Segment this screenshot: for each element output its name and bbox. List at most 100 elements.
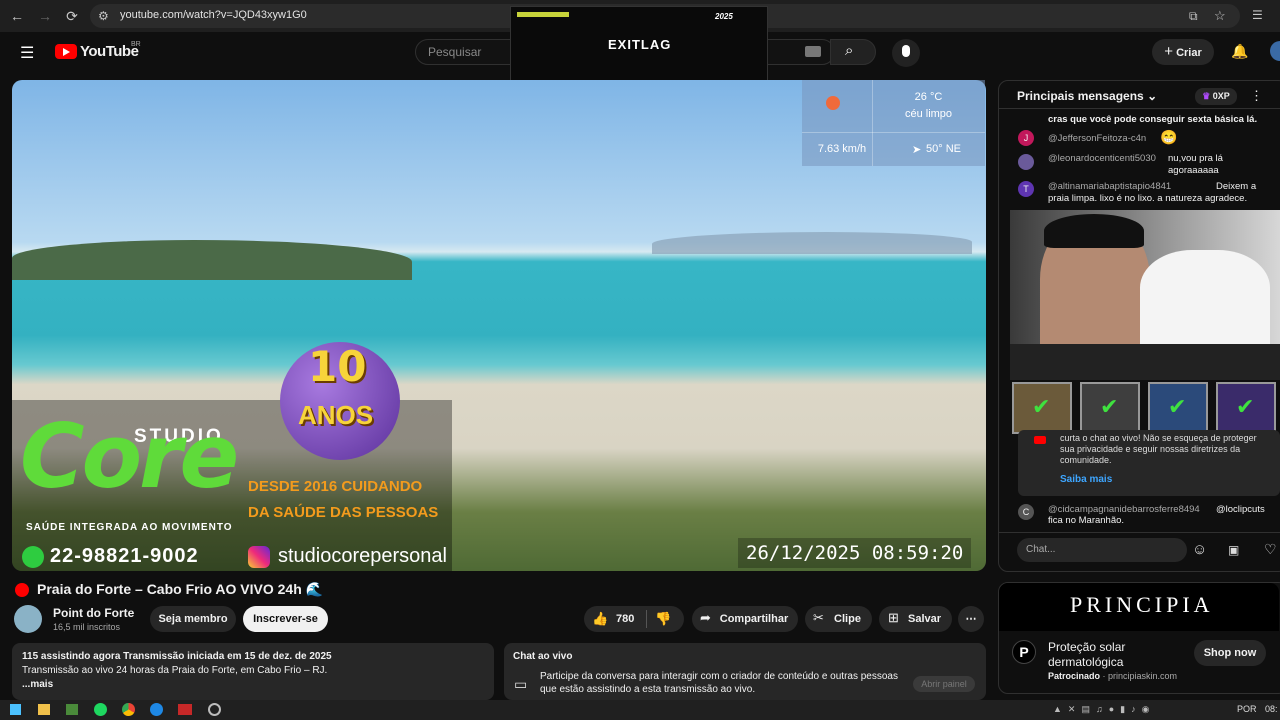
voice-search-button[interactable] [892, 39, 920, 67]
search-placeholder: Pesquisar [428, 45, 482, 59]
clock[interactable]: 08: [1265, 704, 1278, 714]
bookmark-star-icon[interactable]: ☆ [1214, 8, 1226, 24]
brand-logo: Core [20, 405, 239, 508]
hamburger-icon[interactable]: ☰ [20, 43, 34, 63]
chat-message: Deixem a praia limpa. lixo é no lixo. a … [1048, 181, 1257, 204]
back-icon[interactable]: ← [8, 7, 26, 25]
reward-tile: ✔ [1080, 382, 1140, 434]
hill-shape [12, 240, 412, 280]
channel-avatar[interactable] [14, 605, 42, 633]
windows-start-icon[interactable] [10, 704, 21, 715]
search-icon: ⌕ [845, 42, 854, 59]
super-chat-icon[interactable]: ▣ [1228, 543, 1239, 557]
chat-avatar: C [1018, 504, 1034, 520]
chat-filter-dropdown[interactable]: Principais mensagens ⌄ [1017, 89, 1157, 103]
chat-message: nu,vou pra lá agoraaaaaa [1168, 153, 1223, 176]
chevron-down-icon: ⌄ [1147, 89, 1158, 103]
promo-line-2: DA SAÚDE DAS PESSOAS [248, 504, 439, 521]
crown-icon: ♛ [1202, 91, 1211, 101]
overlay-bar [517, 12, 569, 17]
sun-icon [826, 96, 840, 110]
chat-author[interactable]: @JeffersonFeitoza-c4n [1048, 133, 1146, 144]
create-button[interactable]: + Criar [1152, 39, 1214, 65]
xp-badge[interactable]: ♛ 0XP [1195, 88, 1237, 105]
file-explorer-icon[interactable] [38, 704, 50, 715]
chat-more-icon[interactable]: ⋮ [1250, 88, 1263, 104]
channel-name[interactable]: Point do Forte [53, 606, 134, 620]
chat-notice-text: curta o chat ao vivo! Não se esqueça de … [1060, 433, 1257, 465]
notifications-bell-icon[interactable]: 🔔 [1231, 43, 1248, 60]
like-icon[interactable]: 👍 [592, 611, 608, 627]
cast-icon[interactable]: ⧉ [1189, 9, 1198, 24]
shirt-shape [1140, 250, 1270, 344]
island-shape [652, 232, 972, 254]
brand-tagline: SAÚDE INTEGRADA AO MOVIMENTO [26, 522, 233, 533]
shop-now-button[interactable]: Shop now [1194, 640, 1266, 666]
heart-icon[interactable]: ♡ [1264, 541, 1277, 558]
chat-input-placeholder: Chat... [1026, 544, 1056, 555]
ad-title[interactable]: Proteção solar dermatológica [1048, 640, 1188, 670]
live-chat-info-title: Chat ao vivo [513, 651, 573, 662]
ad-sponsored-label: Patrocinado [1048, 671, 1101, 681]
wind-direction: 50° NE [926, 143, 961, 155]
promo-instagram: studiocorepersonal [278, 545, 447, 567]
youtube-logo-icon[interactable] [55, 44, 77, 59]
share-icon: ➦ [700, 610, 711, 625]
emoji-icon[interactable]: ☺ [1192, 541, 1207, 558]
dislike-icon[interactable]: 👎 [655, 611, 671, 627]
spotify-icon[interactable] [94, 703, 107, 716]
promo-line-1: DESDE 2016 CUIDANDO [248, 478, 423, 495]
reward-tile: ✔ [1012, 382, 1072, 434]
reload-icon[interactable]: ⟳ [63, 7, 81, 25]
site-info-icon[interactable]: ⚙ [98, 9, 109, 23]
chat-avatar [1018, 154, 1034, 170]
youtube-small-icon [1034, 436, 1046, 444]
ad-domain: principiaskin.com [1108, 671, 1178, 681]
anniversary-number: 10 [308, 342, 367, 391]
chat-author[interactable]: @leonardocenticenti5030 [1048, 153, 1156, 164]
region-code: BR [131, 41, 141, 48]
description-more-link[interactable]: ...mais [22, 679, 53, 690]
join-button[interactable]: Seja membro [150, 606, 236, 632]
app-icon[interactable] [66, 704, 78, 715]
weather-description: céu limpo [904, 108, 953, 120]
divider [998, 532, 1280, 533]
open-panel-button[interactable]: Abrir painel [913, 676, 975, 692]
chrome-icon[interactable] [122, 703, 135, 716]
youtube-wordmark[interactable]: YouTube [80, 43, 139, 60]
system-tray-icons[interactable]: ▲✕▤♫●▮♪◉ [1053, 704, 1223, 716]
wind-arrow-icon: ➤ [912, 144, 922, 156]
chat-message: 😁 [1160, 129, 1178, 145]
ad-brand: PRINCIPIA [1070, 592, 1214, 617]
plus-icon: + [1164, 43, 1173, 60]
reward-tile: ✔ [1216, 382, 1276, 434]
subscriber-count: 16,5 mil inscritos [53, 622, 121, 632]
whatsapp-icon [22, 546, 44, 568]
more-actions-button[interactable]: ⋯ [958, 606, 984, 632]
live-chat-info-text: Participe da conversa para interagir com… [540, 671, 898, 695]
live-dot-icon [15, 583, 29, 597]
language-indicator[interactable]: POR [1237, 704, 1257, 714]
description-stats: 115 assistindo agora Transmissão iniciad… [22, 651, 332, 662]
keyboard-icon[interactable] [805, 46, 821, 57]
forward-icon[interactable]: → [36, 7, 54, 25]
webcam-overlay [1010, 210, 1280, 344]
scissors-icon: ✂ [813, 610, 824, 625]
divider [998, 108, 1280, 109]
weather-widget: 26 °C céu limpo 7.63 km/h ➤ 50° NE [802, 80, 985, 166]
app-icon[interactable] [150, 703, 163, 716]
app-icon[interactable] [208, 703, 221, 716]
microphone-icon [902, 45, 910, 57]
like-count[interactable]: 780 [616, 613, 634, 625]
webcam-frame-strip [1010, 344, 1280, 380]
ad-logo: P [1012, 640, 1036, 664]
chat-avatar: J [1018, 130, 1034, 146]
subscribe-button[interactable]: Inscrever-se [243, 606, 328, 632]
chat-avatar: T [1018, 181, 1034, 197]
chat-bubble-icon: ▭ [514, 676, 528, 692]
menu-icon[interactable]: ☰ [1252, 8, 1263, 22]
wind-speed: 7.63 km/h [817, 143, 867, 155]
app-icon[interactable] [178, 704, 192, 715]
learn-more-link[interactable]: Saiba mais [1060, 474, 1112, 485]
instagram-icon [248, 546, 270, 568]
